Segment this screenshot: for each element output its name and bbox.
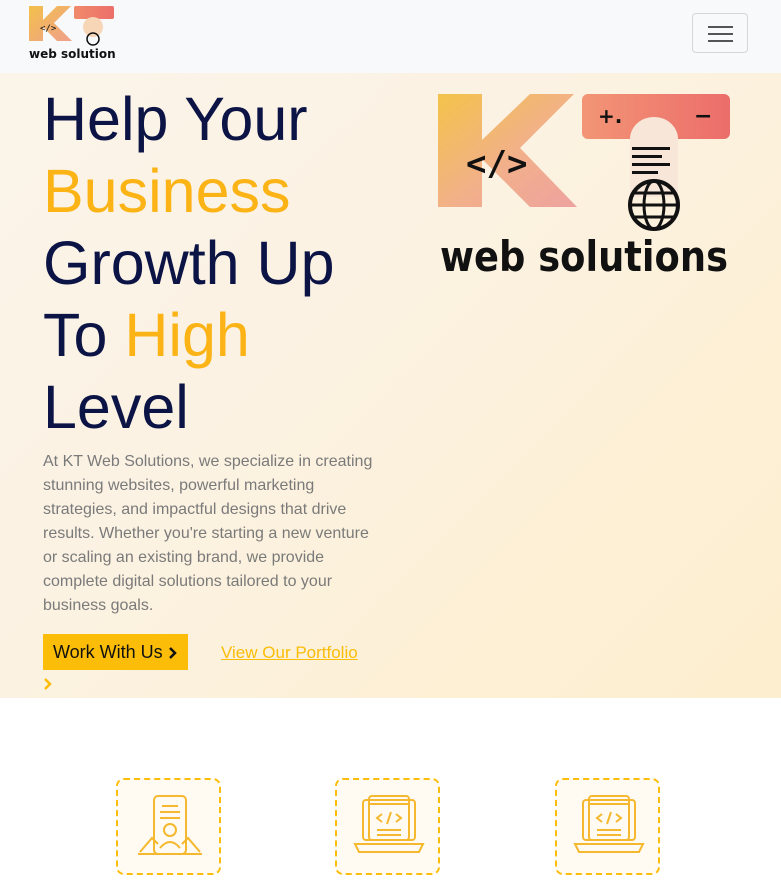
hero-logo: </> +. − web solutions — [438, 94, 730, 277]
svg-text:+.: +. — [598, 104, 622, 128]
svg-text:</>: </> — [40, 24, 57, 34]
chevron-right-icon[interactable] — [43, 677, 53, 691]
service-card[interactable] — [116, 778, 221, 875]
view-portfolio-link[interactable]: View Our Portfolio — [221, 643, 358, 663]
laptop-code-icon — [573, 795, 645, 853]
svg-text:−: − — [694, 104, 712, 129]
mobile-app-icon — [138, 795, 202, 855]
headline-line-4: To High — [43, 301, 250, 369]
laptop-code-icon — [353, 795, 425, 853]
svg-text:web solutions: web solutions — [440, 232, 728, 277]
navbar: </> web solutions — [0, 0, 781, 73]
service-card[interactable] — [555, 778, 660, 875]
hero-headline: Help Your Business Growth Up To High Lev… — [43, 83, 383, 443]
svg-text:</>: </> — [466, 144, 527, 184]
headline-line-5: Level — [43, 373, 189, 441]
brand-wordmark: web solutions — [29, 47, 116, 61]
hero-section: Help Your Business Growth Up To High Lev… — [0, 73, 781, 698]
brand-logo[interactable]: </> web solutions — [28, 5, 116, 61]
headline-line-1: Help Your — [43, 85, 308, 153]
hero-description: At KT Web Solutions, we specialize in cr… — [43, 453, 373, 614]
service-card[interactable] — [335, 778, 440, 875]
work-with-us-button[interactable]: Work With Us — [43, 634, 188, 670]
headline-line-3: Growth Up — [43, 229, 335, 297]
headline-line-2: Business — [43, 157, 291, 225]
menu-toggle-button[interactable] — [692, 13, 748, 53]
chevron-right-icon — [168, 647, 177, 660]
work-with-us-label: Work With Us — [53, 642, 163, 662]
